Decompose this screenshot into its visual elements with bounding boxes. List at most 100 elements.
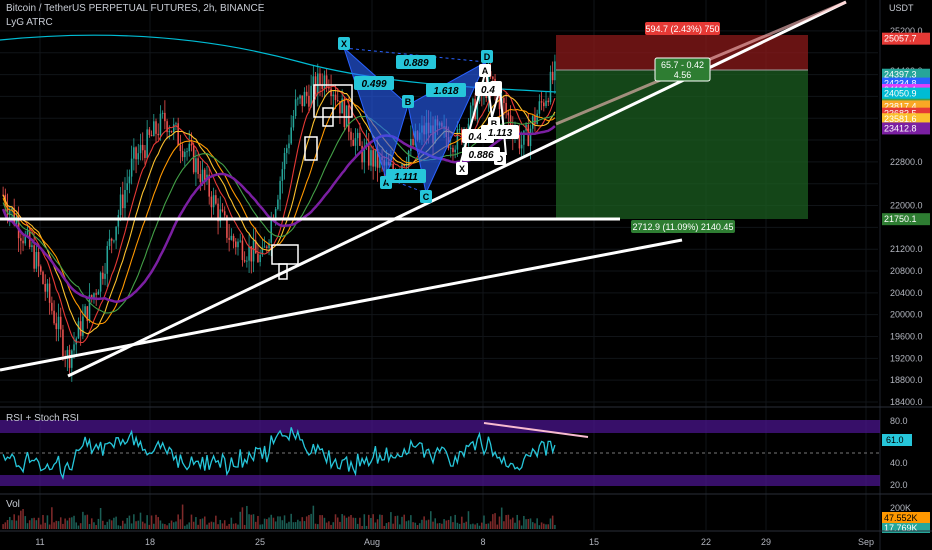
volume-bar [463,522,465,529]
candle-body [161,112,164,114]
candle-body [51,302,53,311]
volume-bar [28,520,31,529]
candle-body [527,124,530,146]
volume-bar [301,517,304,529]
risk-reward-label: 65.7 - 0.424.56 [654,57,711,82]
candle-body [48,283,51,303]
volume-bar [130,523,133,529]
volume-bar [436,523,439,529]
volume-bar [115,516,117,529]
volume-bar [188,522,191,529]
volume-bar [110,520,113,529]
volume-bar [250,514,253,529]
ratio-xd: 0.889 [403,58,428,69]
volume-bar [443,519,445,529]
volume-bar [336,517,339,529]
volume-bar [208,522,210,529]
volume-bar [485,523,487,529]
volume-bar [237,524,239,529]
price-tick-label: 21200.0 [890,244,923,254]
candle-body [343,98,346,127]
candle-body [529,128,532,146]
volume-bar [230,517,233,529]
candle-body [31,245,33,247]
candle-body [232,235,235,242]
candle-body [288,143,290,149]
price-badge: 23412.8 [884,123,917,133]
volume-bar [268,517,270,529]
candle-body [536,113,538,124]
candle-body [95,293,97,295]
volume-bar [141,521,144,529]
volume-bar [458,523,461,529]
volume-bar [31,518,33,529]
candle-body [46,283,49,292]
small-point-a: A [482,66,489,76]
volume-bar [257,515,259,529]
candle-body [99,272,102,292]
volume-bar [370,518,372,529]
volume-bar [153,523,155,529]
volume-bar [374,522,377,529]
volume-bar [126,517,128,529]
volume-bar [37,517,40,529]
candle-body [128,176,131,184]
candle-body [534,116,536,124]
volume-bar [133,514,135,529]
volume-bar [545,524,547,529]
candle-body [57,316,60,330]
candle-body [181,151,184,158]
indicator-label: LyG ATRC [6,17,53,28]
vol-panel-title: Vol [6,499,20,510]
volume-bar [469,524,472,529]
volume-bar [330,524,332,529]
volume-bar [261,524,264,529]
volume-bar [345,517,348,529]
volume-bar [179,519,182,529]
candle-body [281,169,284,181]
candle-body [230,235,233,240]
candle-body [117,215,120,227]
volume-bar [430,511,432,529]
volume-bar [294,522,297,529]
volume-bar [403,514,405,529]
candle-body [299,95,301,99]
candle-body [97,291,100,295]
volume-bar [168,523,171,529]
volume-bar [489,521,492,529]
volume-bar [59,517,62,529]
ratio-xb: 0.499 [361,79,386,90]
volume-bar [146,515,148,529]
volume-bar [119,525,122,529]
volume-bar [93,522,95,529]
candle-body [248,246,250,261]
price-tick-label: 20400.0 [890,288,923,298]
candle-body [405,165,408,167]
candle-body [456,129,459,150]
volume-bar [449,516,452,529]
take-profit-zone [556,70,808,219]
volume-bar [507,514,510,529]
volume-bar [248,514,250,529]
candle-body [257,253,259,263]
volume-bar [328,521,330,529]
volume-bar [416,525,419,529]
volume-bar [181,504,184,529]
candle-body [139,144,142,154]
candle-body [348,105,350,132]
volume-bar [540,522,543,529]
volume-bar [246,505,248,529]
chart-stage: 25200.024463.024000.023600.022800.022000… [0,0,932,550]
volume-bar [221,523,224,529]
volume-bar [263,518,266,529]
volume-bar [272,517,275,529]
volume-bar [543,523,545,529]
candle-body [199,174,202,183]
volume-bar [390,512,392,529]
volume-bar [549,518,552,529]
volume-bar [35,520,38,529]
small-point-x: X [459,164,465,174]
volume-bar [17,515,20,529]
volume-bar [310,513,312,529]
time-axis-label: 29 [761,537,771,547]
